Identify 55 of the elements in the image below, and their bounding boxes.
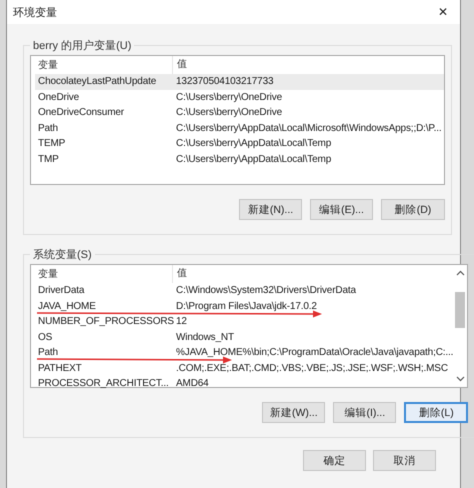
variable-row[interactable]: NUMBER_OF_PROCESSORS 12 <box>35 314 454 330</box>
variable-name: NUMBER_OF_PROCESSORS <box>37 316 175 328</box>
variable-row[interactable]: Path C:\Users\berry\AppData\Local\Microsoft\WindowsApps;;D:\P... <box>35 120 444 136</box>
dialog-button[interactable]: 取消 <box>373 450 436 471</box>
variable-row[interactable]: TEMP C:\Users\berry\AppData\Local\Temp <box>35 136 444 152</box>
variable-value: 132370504103217733 <box>176 76 274 88</box>
variable-row[interactable]: OS Windows_NT <box>35 330 454 345</box>
variable-value: 12 <box>176 316 187 328</box>
variable-row[interactable]: Path %JAVA_HOME%\bin;C:\ProgramData\Oracle\Java\javapath;C:... <box>35 345 454 360</box>
variable-row[interactable]: OneDriveConsumer C:\Users\berry\OneDrive <box>35 105 444 120</box>
variable-row[interactable]: TMP C:\Users\berry\AppData\Local\Temp <box>35 152 444 167</box>
variable-name: TMP <box>37 154 60 165</box>
group-title: berry 的用户变量(U) <box>32 38 132 53</box>
variable-value: Windows_NT <box>176 332 234 343</box>
variable-value: C:\Users\berry\OneDrive <box>176 107 282 118</box>
variable-value: C:\Users\berry\AppData\Local\Temp <box>176 138 332 150</box>
variable-row[interactable]: PATHEXT .COM;.EXE;.BAT;.CMD;.VBS;.VBE;.JS;.JSE;.WSF;.WSH;.MSC <box>35 360 454 376</box>
variable-name: DriverData <box>37 285 86 296</box>
window-title: 环境变量 <box>13 6 57 20</box>
variable-name: Path <box>37 122 59 134</box>
scroll-down-icon[interactable] <box>456 376 465 382</box>
variable-value: D:\Program Files\Java\jdk-17.0.2 <box>176 300 317 312</box>
variable-name: OneDriveConsumer <box>37 107 125 118</box>
variable-row[interactable]: ChocolateyLastPathUpdate 132370504103217733 <box>35 74 444 90</box>
dialog-button[interactable]: 删除(D) <box>381 199 445 220</box>
variable-value: %JAVA_HOME%\bin;C:\ProgramData\Oracle\Java\javapath;C:... <box>176 347 454 358</box>
dialog-button[interactable]: 删除(L) <box>404 402 468 423</box>
variable-value: C:\Users\berry\OneDrive <box>176 92 282 103</box>
variable-row[interactable]: PROCESSOR_ARCHITECT... AMD64 <box>35 376 454 392</box>
variable-name: OneDrive <box>37 92 80 103</box>
variable-name: JAVA_HOME <box>37 300 97 312</box>
dialog-button[interactable]: 新建(W)... <box>262 402 326 423</box>
variable-name: Path <box>37 347 59 358</box>
variable-value: C:\Users\berry\AppData\Local\Temp <box>176 154 332 165</box>
variable-value: C:\Users\berry\AppData\Local\Microsoft\WindowsApps;;D:\P... <box>176 122 442 134</box>
scroll-up-icon[interactable] <box>456 270 465 276</box>
variable-value: C:\Windows\System32\Drivers\DriverData <box>176 285 356 296</box>
variable-name: PROCESSOR_ARCHITECT... <box>37 378 170 390</box>
variable-row[interactable]: DriverData C:\Windows\System32\Drivers\DriverData <box>35 283 454 298</box>
dialog-button[interactable]: 编辑(E)... <box>310 199 373 220</box>
variable-name: TEMP <box>37 138 66 150</box>
variable-name: OS <box>37 332 54 343</box>
group-title: 系统变量(S) <box>32 248 93 262</box>
dialog-button[interactable]: 编辑(I)... <box>333 402 396 423</box>
column-header[interactable]: 值 <box>172 265 187 283</box>
variable-row[interactable]: OneDrive C:\Users\berry\OneDrive <box>35 90 444 105</box>
dialog-button[interactable]: 新建(N)... <box>239 199 302 220</box>
variable-row[interactable]: JAVA_HOME D:\Program Files\Java\jdk-17.0.2 <box>35 298 454 314</box>
variable-value: AMD64 <box>176 378 209 390</box>
dialog-button[interactable]: 确定 <box>303 450 366 471</box>
close-button[interactable]: ✕ <box>426 0 460 24</box>
variable-name: PATHEXT <box>37 362 83 374</box>
variable-name: ChocolateyLastPathUpdate <box>37 76 158 88</box>
scrollbar-thumb[interactable] <box>455 292 466 328</box>
variable-value: .COM;.EXE;.BAT;.CMD;.VBS;.VBE;.JS;.JSE;.WSF;.WSH;.MSC <box>176 362 448 374</box>
